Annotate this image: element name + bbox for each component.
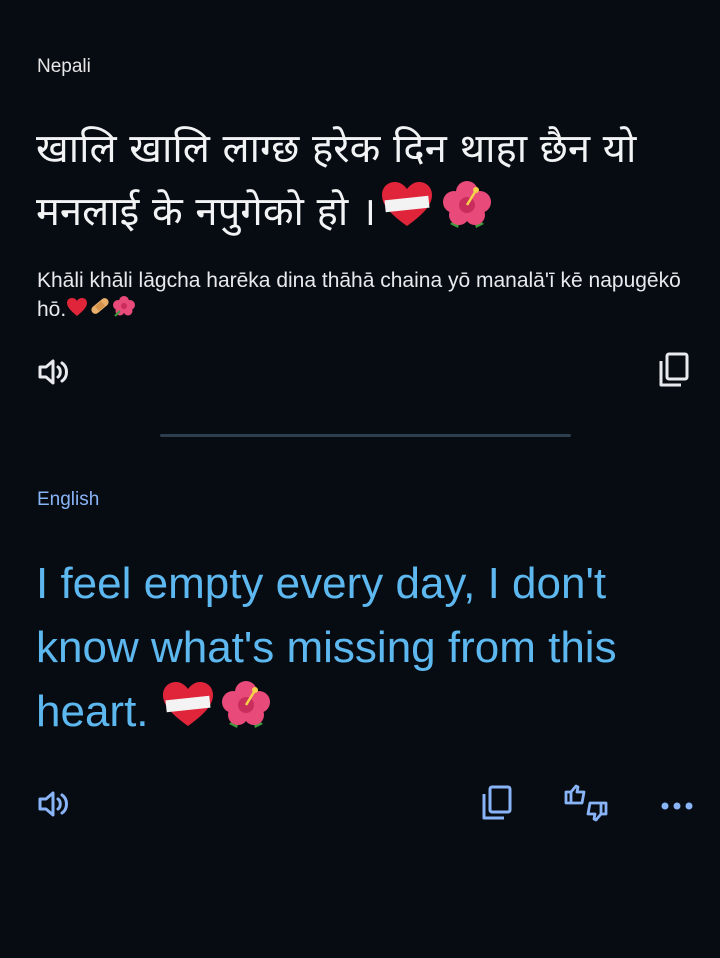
mending-heart-emoji-icon [380,181,434,247]
hibiscus-emoji-icon [219,680,273,748]
source-text-content: खालि खालि लाग्छ हरेक दिन थाहा छैन यो मनल… [36,126,637,235]
heart-emoji-icon [66,296,88,325]
copy-icon [657,351,691,393]
more-icon [660,796,694,815]
source-text: खालि खालि लाग्छ हरेक दिन थाहा छैन यो मनल… [36,118,686,248]
translation-text-content: I feel empty every day, I don't know wha… [36,559,617,736]
speaker-icon [37,789,71,823]
mending-heart-emoji-icon [161,681,215,747]
speaker-icon [37,357,71,391]
copy-icon [480,784,514,826]
feedback-button[interactable] [563,784,609,826]
feedback-icon [563,784,609,826]
target-language-label: English [37,489,100,510]
source-language-label: Nepali [37,56,91,77]
transliteration: Khāli khāli lāgcha harēka dina thāhā cha… [37,266,697,325]
more-options-button[interactable] [657,790,697,820]
translation-speaker-button[interactable] [34,788,74,824]
hibiscus-small-emoji-icon [112,295,136,325]
hibiscus-emoji-icon [440,180,494,248]
bandage-emoji-icon [88,295,112,325]
source-copy-button[interactable] [654,352,694,392]
source-speaker-button[interactable] [34,356,74,392]
translation-copy-button[interactable] [477,784,517,826]
translation-text: I feel empty every day, I don't know wha… [36,552,696,748]
divider [160,434,571,437]
